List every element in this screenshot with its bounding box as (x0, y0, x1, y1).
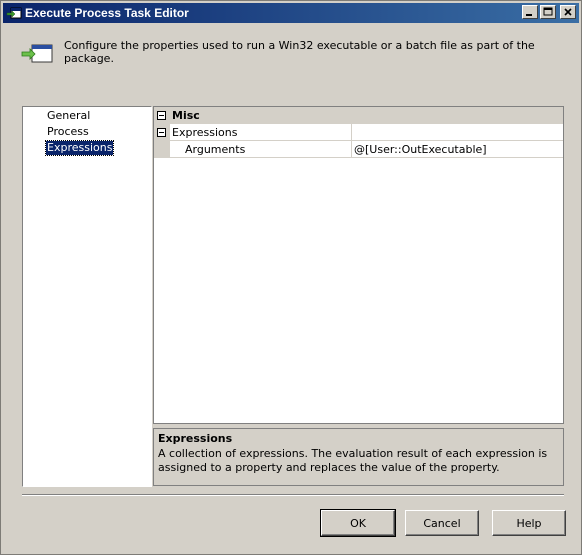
cancel-button[interactable]: Cancel (405, 510, 479, 536)
help-button[interactable]: Help (492, 510, 566, 536)
description-body: A collection of expressions. The evaluat… (158, 447, 548, 474)
property-name-arguments: Arguments (185, 143, 246, 156)
separator (22, 494, 564, 496)
maximize-icon (543, 7, 553, 16)
header-description: Configure the properties used to run a W… (64, 39, 535, 65)
property-value-expressions[interactable] (351, 124, 563, 141)
title-bar[interactable]: Execute Process Task Editor (3, 3, 579, 23)
category-label: Misc (172, 109, 200, 122)
ok-button[interactable]: OK (320, 509, 396, 537)
window-title: Execute Process Task Editor (25, 6, 189, 20)
property-row-expressions[interactable]: Expressions (154, 124, 563, 141)
minimize-icon (526, 14, 532, 16)
collapse-misc-icon[interactable] (157, 111, 166, 120)
property-grid: Misc Expressions Arguments @[User::OutEx… (153, 106, 564, 424)
page-navigation-list: General Process Expressions (22, 106, 152, 487)
nav-item-process[interactable]: Process (46, 125, 90, 139)
description-title: Expressions (158, 432, 233, 445)
close-icon (564, 8, 572, 16)
property-description-panel: Expressions A collection of expressions.… (153, 428, 564, 486)
dialog-window: Execute Process Task Editor Configure th… (0, 0, 582, 555)
nav-item-general[interactable]: General (46, 109, 91, 123)
property-value-arguments[interactable]: @[User::OutExecutable] (351, 141, 563, 158)
close-button[interactable] (560, 5, 576, 19)
minimize-button[interactable] (522, 5, 538, 19)
task-header-icon (21, 43, 53, 65)
maximize-button[interactable] (540, 5, 556, 19)
collapse-expressions-icon[interactable] (157, 128, 166, 137)
property-name-expressions: Expressions (172, 126, 238, 139)
property-row-arguments[interactable]: Arguments @[User::OutExecutable] (154, 141, 563, 158)
category-row-misc: Misc (154, 107, 563, 124)
nav-item-expressions[interactable]: Expressions (44, 140, 115, 156)
execute-process-icon (6, 6, 22, 20)
